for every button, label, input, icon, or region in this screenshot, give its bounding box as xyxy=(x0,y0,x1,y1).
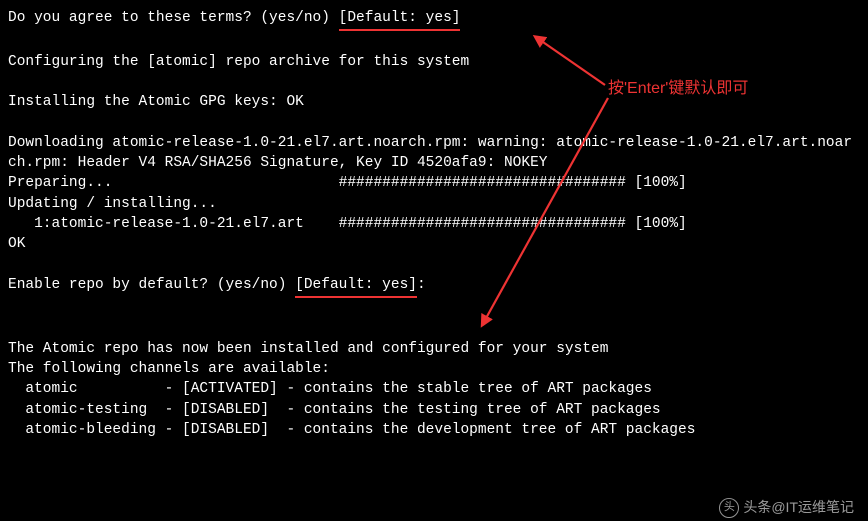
line-ok: OK xyxy=(8,236,25,252)
line-download-warning: Downloading atomic-release-1.0-21.el7.ar… xyxy=(8,135,852,171)
line-preparing: Preparing... ###########################… xyxy=(8,175,687,191)
channel-row: atomic-testing - [DISABLED] - contains t… xyxy=(8,402,661,418)
channel-row: atomic-bleeding - [DISABLED] - contains … xyxy=(8,422,695,438)
default-yes-2: [Default: yes] xyxy=(295,275,417,298)
default-yes-1: [Default: yes] xyxy=(339,8,461,31)
watermark: 头 头条@IT运维笔记 xyxy=(719,498,854,518)
terminal-output: Do you agree to these terms? (yes/no) [D… xyxy=(8,8,860,440)
line-pkg-progress: 1:atomic-release-1.0-21.el7.art ########… xyxy=(8,216,687,232)
annotation-label: 按'Enter'键默认即可 xyxy=(608,78,748,100)
line-install-gpg: Installing the Atomic GPG keys: OK xyxy=(8,94,304,110)
prompt-agree-terms[interactable]: Do you agree to these terms? (yes/no) [D… xyxy=(8,10,460,26)
line-updating: Updating / installing... xyxy=(8,196,217,212)
channel-row: atomic - [ACTIVATED] - contains the stab… xyxy=(8,381,652,397)
line-installed-msg: The Atomic repo has now been installed a… xyxy=(8,341,608,357)
line-channels-header: The following channels are available: xyxy=(8,361,330,377)
line-configuring: Configuring the [atomic] repo archive fo… xyxy=(8,54,469,70)
prompt-enable-repo[interactable]: Enable repo by default? (yes/no) [Defaul… xyxy=(8,277,426,293)
watermark-logo-icon: 头 xyxy=(719,498,739,518)
